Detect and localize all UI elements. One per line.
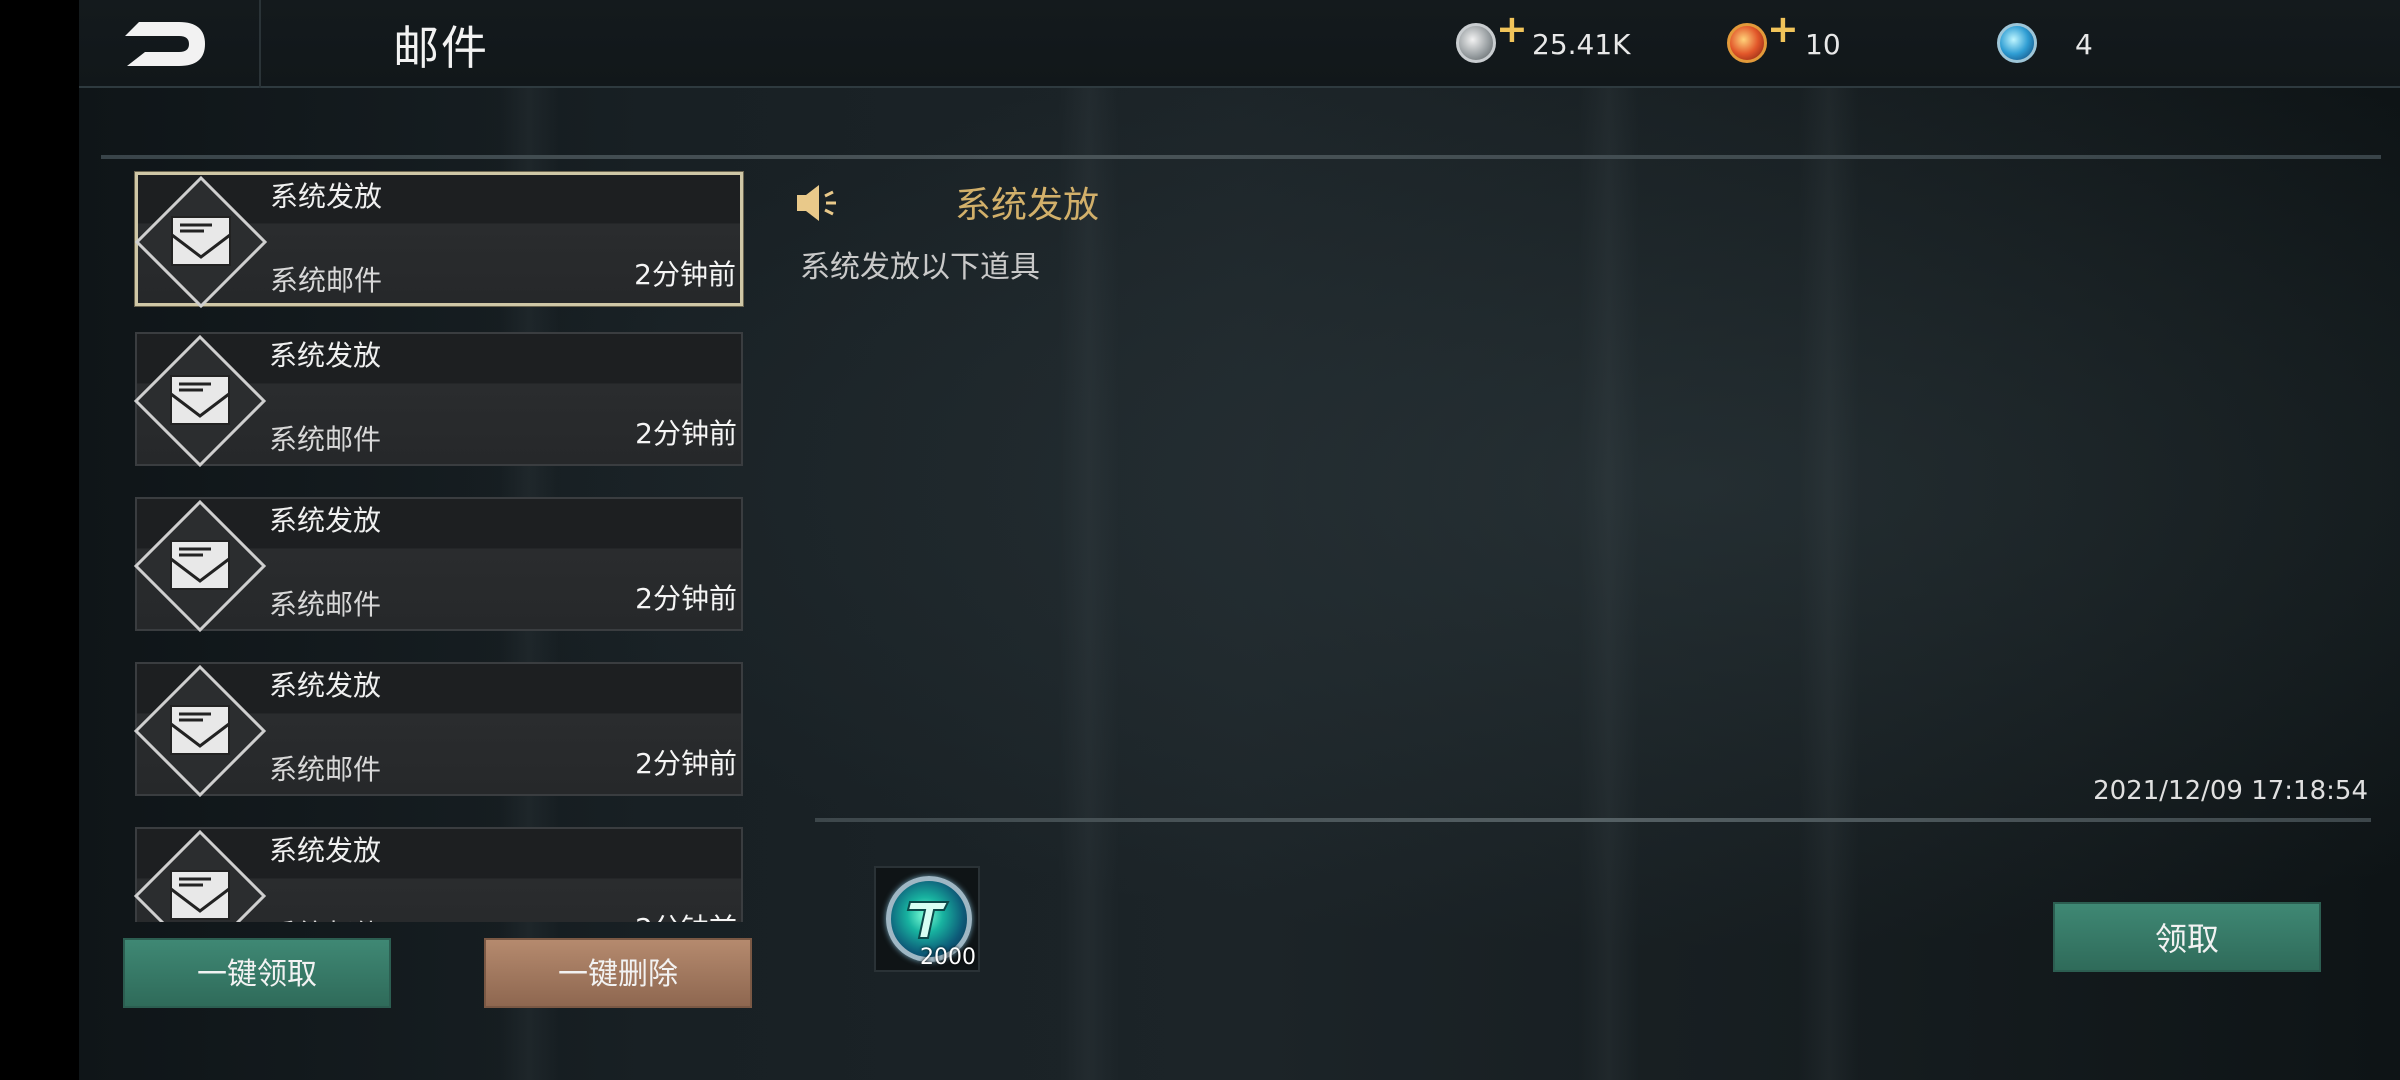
top-bar: 邮件 + 25.41K + 10 4 xyxy=(79,0,2400,88)
red-amount: 10 xyxy=(1805,28,1841,61)
mail-list[interactable]: 系统发放 系统邮件 2分钟前 系统发放 系统邮件 2分钟前 系统发放 系统邮件 … xyxy=(129,170,749,922)
mail-time: 2分钟前 xyxy=(635,907,737,922)
mail-item[interactable]: 系统发放 系统邮件 2分钟前 xyxy=(133,662,743,798)
mail-detail-body: 系统发放以下道具 xyxy=(800,250,1040,285)
background-curtain xyxy=(1579,80,1639,1080)
mail-type: 系统邮件 xyxy=(269,753,382,786)
mail-item[interactable]: 系统发放 系统邮件 2分钟前 xyxy=(133,332,743,468)
mail-time: 2分钟前 xyxy=(635,747,737,780)
envelope-icon xyxy=(133,664,267,798)
currency-blue: 4 xyxy=(1997,18,2157,68)
currency-red: + 10 xyxy=(1727,10,1927,68)
claim-button[interactable]: 领取 xyxy=(2053,902,2321,972)
back-arrow-icon xyxy=(125,22,205,66)
back-button[interactable] xyxy=(117,14,217,74)
page-title: 邮件 xyxy=(393,21,489,75)
add-silver-button[interactable]: + xyxy=(1496,10,1528,48)
mail-sender: 系统发放 xyxy=(269,669,382,702)
background-curtain xyxy=(1059,80,1119,1080)
header-divider xyxy=(259,0,261,88)
mail-type: 系统邮件 xyxy=(269,423,382,456)
red-coin-icon xyxy=(1727,23,1767,63)
mail-type: 系统邮件 xyxy=(269,588,382,621)
envelope-icon xyxy=(133,829,267,922)
game-screen: 邮件 + 25.41K + 10 4 系统发放 系统邮件 2分钟前 系统发放 系… xyxy=(79,0,2400,1080)
content-separator xyxy=(101,155,2381,159)
mail-detail-date: 2021/12/09 17:18:54 xyxy=(2093,776,2368,806)
mail-sender: 系统发放 xyxy=(269,504,382,537)
blue-orb-icon xyxy=(1997,23,2037,63)
mail-sender: 系统发放 xyxy=(269,339,382,372)
mail-detail-title: 系统发放 xyxy=(955,185,1100,226)
mail-time: 2分钟前 xyxy=(635,582,737,615)
reward-item[interactable]: 2000 xyxy=(874,866,980,972)
currency-silver: + 25.41K xyxy=(1456,10,1706,68)
envelope-icon xyxy=(133,334,267,468)
add-red-button[interactable]: + xyxy=(1767,10,1799,48)
mail-sender: 系统发放 xyxy=(269,834,382,867)
background-curtain xyxy=(1799,80,1859,1080)
silver-coin-icon xyxy=(1456,23,1496,63)
envelope-icon xyxy=(133,499,267,633)
mail-item[interactable]: 系统发放 系统邮件 2分钟前 xyxy=(133,827,743,922)
detail-separator xyxy=(815,818,2371,822)
speaker-icon xyxy=(797,185,836,221)
claim-all-button[interactable]: 一键领取 xyxy=(123,938,391,1008)
mail-item[interactable]: 系统发放 系统邮件 2分钟前 xyxy=(134,172,743,309)
mail-time: 2分钟前 xyxy=(635,417,737,450)
delete-all-button[interactable]: 一键删除 xyxy=(484,938,752,1008)
envelope-icon xyxy=(134,175,268,309)
silver-amount: 25.41K xyxy=(1532,28,1631,61)
reward-quantity: 2000 xyxy=(920,945,976,970)
mail-type: 系统邮件 xyxy=(269,913,381,922)
mail-type: 系统邮件 xyxy=(270,264,383,297)
blue-amount: 4 xyxy=(2075,28,2093,61)
mail-sender: 系统发放 xyxy=(270,180,383,213)
mail-item[interactable]: 系统发放 系统邮件 2分钟前 xyxy=(133,497,743,633)
mail-time: 2分钟前 xyxy=(634,258,736,291)
